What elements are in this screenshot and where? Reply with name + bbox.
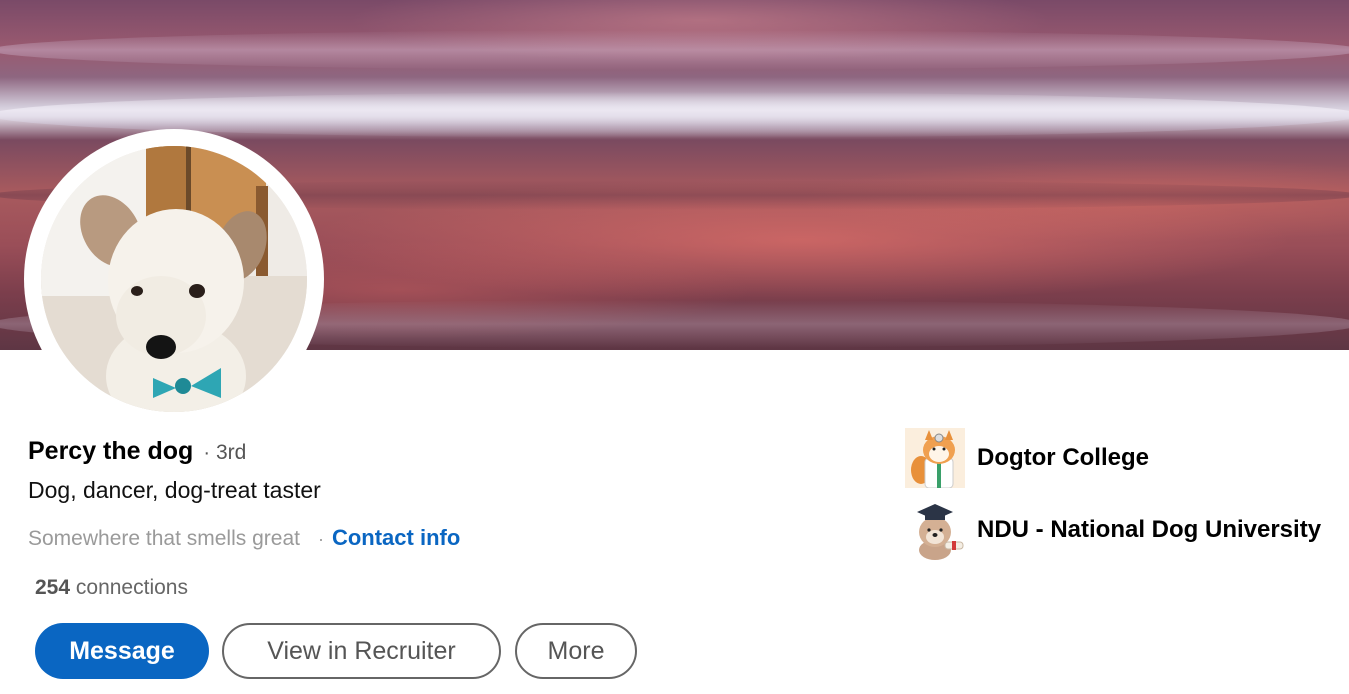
location-separator: · (317, 529, 324, 549)
education-item-dogtor-college[interactable]: Dogtor College (905, 428, 1149, 488)
message-button[interactable]: Message (35, 623, 209, 679)
education-name: Dogtor College (977, 444, 1149, 471)
contact-info-link[interactable]: Contact info (332, 525, 460, 551)
banner-wave (0, 30, 1349, 70)
avatar-photo (41, 146, 307, 412)
more-button[interactable]: More (515, 623, 637, 679)
location-row: Somewhere that smells great · Contact in… (28, 525, 460, 551)
connections-label: connections (75, 576, 188, 599)
education-item-ndu[interactable]: NDU - National Dog University (905, 500, 1321, 560)
connections-count[interactable]: 254 connections (35, 576, 188, 600)
degree-separator: · (203, 442, 210, 464)
view-in-recruiter-button[interactable]: View in Recruiter (222, 623, 501, 679)
profile-headline: Dog, dancer, dog-treat taster (28, 477, 321, 503)
dog-photo-icon (41, 146, 307, 412)
profile-avatar[interactable] (24, 129, 324, 429)
profile-location: Somewhere that smells great (28, 527, 300, 550)
dog-doctor-logo-icon (905, 428, 965, 488)
connection-degree: 3rd (216, 441, 247, 464)
profile-name-row: Percy the dog · 3rd (28, 437, 246, 466)
connections-number: 254 (35, 576, 71, 599)
dog-graduate-logo-icon (905, 500, 965, 560)
profile-name: Percy the dog (28, 437, 194, 465)
education-name: NDU - National Dog University (977, 516, 1322, 543)
